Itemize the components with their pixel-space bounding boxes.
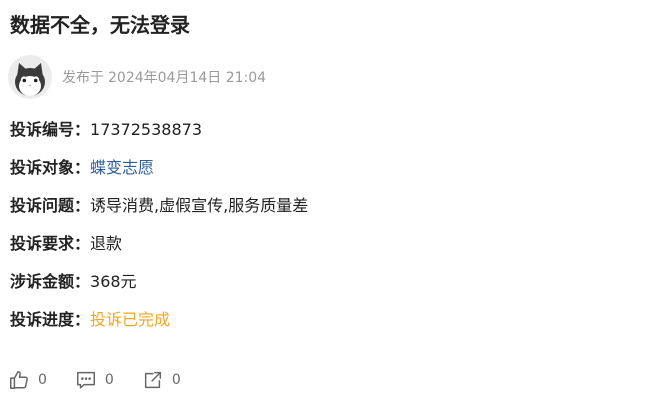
field-complaint-request: 投诉要求： 退款 xyxy=(10,231,308,257)
share-count: 0 xyxy=(171,372,181,388)
field-label: 投诉问题： xyxy=(10,196,91,215)
field-complaint-issue: 投诉问题： 诱导消费,虚假宣传,服务质量差 xyxy=(10,193,308,219)
field-complaint-id: 投诉编号： 17372538873 xyxy=(10,117,308,143)
share-button[interactable]: 0 xyxy=(142,369,181,391)
comment-button[interactable]: 0 xyxy=(75,369,114,391)
author-bar: 发布于 2024年04月14日 21:04 xyxy=(8,55,266,99)
field-value: 退款 xyxy=(90,234,123,253)
field-value: 诱导消费,虚假宣传,服务质量差 xyxy=(90,196,309,215)
field-value: 368元 xyxy=(90,272,137,291)
complaint-page: 数据不全，无法登录 发布于 2024年04月14日 21:04 投诉编号： 17… xyxy=(0,0,660,404)
comment-icon xyxy=(76,371,95,389)
status-badge: 投诉已完成 xyxy=(90,310,171,329)
field-label: 涉诉金额： xyxy=(10,272,91,291)
field-complaint-target: 投诉对象： 蝶变志愿 xyxy=(10,155,308,181)
field-label: 投诉编号： xyxy=(10,120,91,139)
complaint-details: 投诉编号： 17372538873 投诉对象： 蝶变志愿 投诉问题： 诱导消费,… xyxy=(10,117,308,345)
like-button[interactable]: 0 xyxy=(8,369,47,391)
cat-avatar-icon[interactable] xyxy=(8,55,52,99)
publish-meta: 发布于 2024年04月14日 21:04 xyxy=(62,67,266,87)
field-value: 17372538873 xyxy=(90,120,202,139)
comment-count: 0 xyxy=(104,372,114,388)
page-title: 数据不全，无法登录 xyxy=(10,13,190,37)
publish-prefix: 发布于 xyxy=(62,70,104,86)
like-count: 0 xyxy=(38,372,47,388)
field-label: 投诉要求： xyxy=(10,234,91,253)
target-company-link[interactable]: 蝶变志愿 xyxy=(90,155,154,181)
action-bar: 0 0 0 xyxy=(8,369,209,391)
thumbs-up-icon xyxy=(10,371,28,389)
share-icon xyxy=(144,371,161,389)
field-progress: 投诉进度： 投诉已完成 xyxy=(10,307,308,333)
field-amount: 涉诉金额： 368元 xyxy=(10,269,308,295)
publish-time: 2024年04月14日 21:04 xyxy=(108,70,267,86)
field-label: 投诉对象： xyxy=(10,158,91,177)
field-label: 投诉进度： xyxy=(10,310,91,329)
